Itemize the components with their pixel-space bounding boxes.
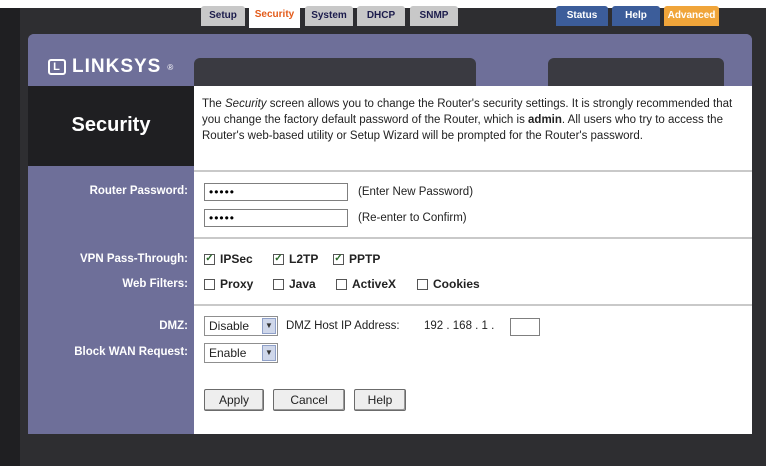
main-tab-bar xyxy=(194,58,476,86)
chevron-down-icon[interactable]: ▼ xyxy=(262,318,276,334)
checkbox-unchecked-icon[interactable] xyxy=(336,278,347,290)
tab-status[interactable]: Status xyxy=(556,6,608,26)
tab-setup[interactable]: Setup xyxy=(201,6,245,26)
help-button[interactable]: Help xyxy=(354,389,406,411)
vpn-passthrough-label: VPN Pass-Through: xyxy=(80,253,188,265)
left-bar xyxy=(0,8,20,466)
checkbox-unchecked-icon[interactable] xyxy=(417,278,428,290)
checkbox-checked-icon[interactable]: ✓ xyxy=(204,253,215,265)
checkbox-unchecked-icon[interactable] xyxy=(273,278,284,290)
dmz-label: DMZ: xyxy=(159,320,188,332)
divider xyxy=(194,304,752,306)
block-wan-label: Block WAN Request: xyxy=(74,346,188,358)
vpn-l2tp-checkbox[interactable]: ✓ L2TP xyxy=(273,252,318,266)
checkbox-unchecked-icon[interactable] xyxy=(204,278,215,290)
web-filters-label: Web Filters: xyxy=(122,278,188,290)
description-emphasis: Security xyxy=(225,98,267,110)
cancel-button[interactable]: Cancel xyxy=(273,389,345,411)
block-wan-select[interactable]: Enable ▼ xyxy=(204,343,278,363)
password-input[interactable]: ••••• xyxy=(204,183,348,201)
dmz-ip-last-input[interactable] xyxy=(510,318,540,336)
page-title-block: Security xyxy=(28,86,194,166)
divider xyxy=(194,170,752,172)
checkbox-checked-icon[interactable]: ✓ xyxy=(333,253,344,265)
divider xyxy=(194,237,752,239)
dmz-host-label: DMZ Host IP Address: xyxy=(286,320,400,332)
brand-name: LINKSYS xyxy=(72,56,162,77)
filter-java-checkbox[interactable]: Java xyxy=(273,277,316,291)
registered-mark: ® xyxy=(167,62,175,72)
tab-system[interactable]: System xyxy=(305,6,353,26)
vpn-pptp-checkbox[interactable]: ✓ PPTP xyxy=(333,252,380,266)
tab-help[interactable]: Help xyxy=(612,6,660,26)
filter-proxy-checkbox[interactable]: Proxy xyxy=(204,277,253,291)
dmz-ip-prefix: 192 . 168 . 1 . xyxy=(424,320,495,332)
linksys-logo: L LINKSYS ® xyxy=(48,56,174,78)
apply-button[interactable]: Apply xyxy=(204,389,264,411)
router-password-label: Router Password: xyxy=(89,185,188,197)
password-confirm-hint: (Re-enter to Confirm) xyxy=(358,212,467,224)
tab-dhcp[interactable]: DHCP xyxy=(357,6,405,26)
page-title: Security xyxy=(71,114,151,136)
dmz-select[interactable]: Disable ▼ xyxy=(204,316,278,336)
filter-activex-checkbox[interactable]: ActiveX xyxy=(336,277,396,291)
tab-advanced[interactable]: Advanced xyxy=(664,6,719,26)
default-password: admin xyxy=(528,114,562,126)
logo-mark-icon: L xyxy=(48,59,66,75)
filter-cookies-checkbox[interactable]: Cookies xyxy=(417,277,480,291)
tab-snmp[interactable]: SNMP xyxy=(410,6,458,26)
tab-security[interactable]: Security xyxy=(249,4,300,28)
vpn-ipsec-checkbox[interactable]: ✓ IPSec xyxy=(204,252,253,266)
checkbox-checked-icon[interactable]: ✓ xyxy=(273,253,284,265)
password-hint: (Enter New Password) xyxy=(358,186,474,198)
password-confirm-input[interactable]: ••••• xyxy=(204,209,348,227)
right-tab-bar xyxy=(548,58,724,86)
page-description: The Security screen allows you to change… xyxy=(202,98,733,142)
chevron-down-icon[interactable]: ▼ xyxy=(262,345,276,361)
